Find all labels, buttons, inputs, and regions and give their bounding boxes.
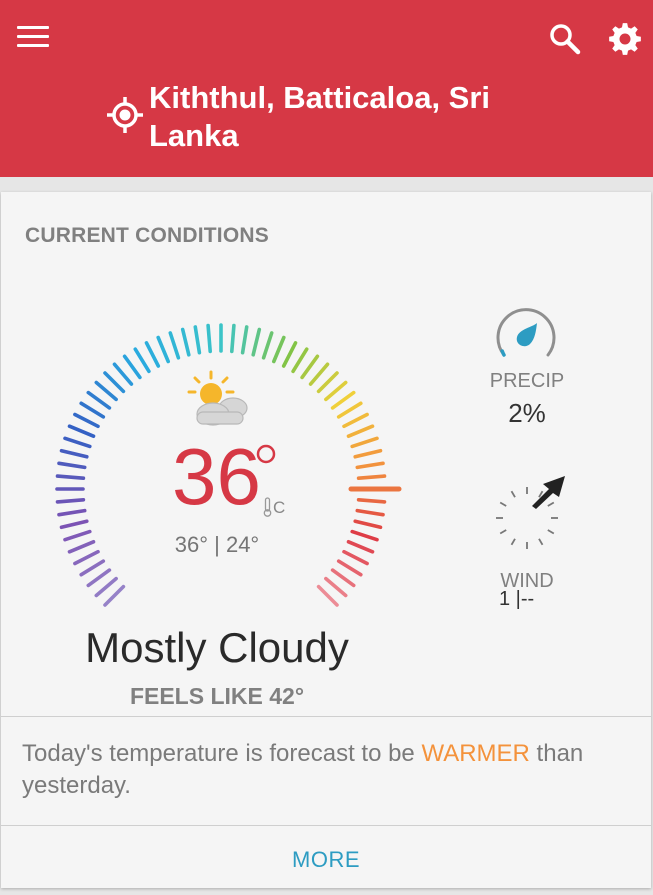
dial-tick (79, 559, 106, 577)
search-icon[interactable] (548, 22, 582, 56)
forecast-highlight: WARMER (421, 740, 530, 767)
compass-tick (510, 490, 516, 498)
dial-tick (230, 323, 236, 354)
dial-tick (356, 474, 387, 480)
dial-tick (342, 549, 369, 566)
dial-tick (55, 474, 86, 480)
dial-tick (156, 335, 170, 364)
compass-tick (538, 538, 544, 546)
precip-gauge (496, 308, 556, 357)
location-title[interactable]: Kiththul, Batticaloa, Sri Lanka (149, 79, 549, 155)
dial-tick (55, 498, 86, 504)
dial-tick (240, 325, 249, 355)
dial-tick (316, 584, 339, 607)
dial-tick (353, 519, 383, 530)
dial-tick (73, 412, 100, 429)
dial-tick (355, 461, 385, 470)
dial-tick (86, 568, 112, 588)
current-conditions-card: CURRENT CONDITIONS 36 C 36° | 24° Mostly… (1, 192, 651, 888)
degree-symbol (256, 444, 276, 464)
dial-tick (57, 508, 87, 517)
gear-icon[interactable] (607, 21, 643, 57)
compass-tick (499, 529, 507, 535)
condition-text: Mostly Cloudy (85, 624, 349, 671)
divider (1, 825, 651, 826)
dial-tick (168, 331, 181, 360)
feels-like: FEELS LIKE 42° (129, 683, 305, 709)
dial-tick (206, 323, 212, 354)
precip-value: 2% (508, 398, 546, 428)
dial-tick (291, 347, 309, 374)
dial-tick (73, 549, 100, 566)
dial-tick (324, 380, 348, 402)
dial-tick (353, 448, 383, 459)
dial-tick (261, 331, 274, 360)
dial-tick (103, 584, 126, 607)
dial-tick (350, 436, 379, 449)
dial-tick (59, 448, 89, 459)
dial-tick (350, 529, 379, 542)
thermometer-icon (263, 497, 272, 517)
rain-drop-icon (516, 323, 537, 347)
dial-tick (103, 371, 126, 394)
wind-direction-icon (532, 476, 565, 509)
dial-tick (133, 347, 151, 374)
dial-tick (180, 327, 191, 357)
dial-tick (79, 401, 106, 419)
dial-tick (346, 540, 375, 554)
dial-tick (94, 380, 118, 402)
forecast-comparison: Today's temperature is forecast to be WA… (22, 738, 622, 802)
wind-compass (496, 476, 565, 549)
dial-tick (86, 390, 112, 410)
high-low-temps: 36° | 24° (174, 532, 260, 557)
dial-tick (272, 335, 286, 364)
dial-tick (336, 401, 363, 419)
dial-tick (63, 529, 92, 542)
compass-tick (510, 538, 516, 546)
temperature-unit: C (273, 498, 286, 517)
dial-tick (112, 362, 134, 386)
dial-tick (300, 354, 320, 380)
precip-label: PRECIP (489, 370, 565, 392)
dial-tick (346, 424, 375, 438)
dial-tick (59, 519, 89, 530)
more-button[interactable]: MORE (1, 832, 651, 888)
dial-tick (67, 424, 96, 438)
location-crosshair-icon (107, 97, 143, 133)
dial-tick (355, 508, 385, 517)
current-temperature: 36 (172, 432, 261, 521)
compass-tick (547, 529, 555, 535)
app-bar: Kiththul, Batticaloa, Sri Lanka (0, 0, 653, 177)
dial-tick (342, 412, 369, 429)
dial-tick (316, 371, 339, 394)
menu-icon[interactable] (17, 26, 49, 48)
compass-tick (547, 501, 555, 507)
dial-tick (193, 325, 202, 355)
dial-tick (281, 341, 298, 368)
partly-cloudy-sun-icon (187, 370, 248, 426)
section-title: CURRENT CONDITIONS (25, 224, 269, 247)
dial-tick (356, 498, 387, 504)
dial-tick (67, 540, 96, 554)
dial-tick (336, 559, 363, 577)
dial-tick (330, 390, 356, 410)
wind-value: 1 |-- (499, 588, 535, 610)
dial-tick (324, 576, 348, 598)
compass-tick (499, 501, 507, 507)
dial-tick (122, 354, 142, 380)
divider (1, 716, 651, 717)
dial-tick (251, 327, 262, 357)
forecast-text-before: Today's temperature is forecast to be (22, 740, 422, 767)
dial-tick (308, 362, 330, 386)
dial-tick (57, 461, 87, 470)
dial-tick (63, 436, 92, 449)
dial-tick (144, 341, 161, 368)
dial-tick (94, 576, 118, 598)
dial-tick (330, 568, 356, 588)
